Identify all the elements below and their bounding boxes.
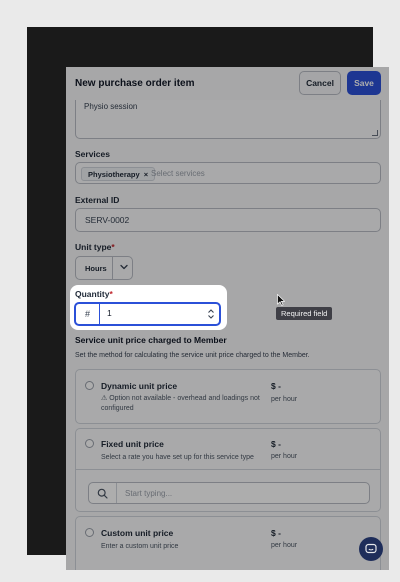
pricing-section-title: Service unit price charged to Member <box>75 335 227 345</box>
radio-button[interactable] <box>85 528 94 537</box>
option-dynamic-unit-price[interactable]: Dynamic unit price ⚠ Option not availabl… <box>75 369 381 424</box>
quantity-highlight: Quantity* # 1 <box>70 285 227 330</box>
modal-title: New purchase order item <box>75 78 195 89</box>
required-marker: * <box>111 242 115 252</box>
required-field-tooltip: Required field <box>276 307 333 320</box>
service-chip-label: Physiotherapy <box>88 170 140 179</box>
quantity-label-text: Quantity <box>75 289 110 299</box>
select-divider <box>112 257 113 279</box>
chat-icon <box>365 543 377 554</box>
unit-type-label-text: Unit type <box>75 242 112 252</box>
pricing-section-description: Set the method for calculating the servi… <box>75 352 310 359</box>
quantity-stepper[interactable]: # 1 <box>74 302 221 326</box>
option-price: $ - <box>271 439 281 449</box>
unit-type-label: Unit type* <box>75 242 115 252</box>
option-fixed-unit-price[interactable]: Fixed unit price Select a rate you have … <box>75 428 381 470</box>
option-custom-unit-price[interactable]: Custom unit price Enter a custom unit pr… <box>75 516 381 570</box>
save-button[interactable]: Save <box>347 71 381 95</box>
option-unit: per hour <box>271 453 298 460</box>
stepper-arrows-icon[interactable] <box>207 308 215 320</box>
unit-type-value: Hours <box>85 264 107 273</box>
resize-handle-icon[interactable] <box>372 130 378 136</box>
option-description: Select a rate you have set up for this s… <box>101 454 254 461</box>
rate-search-panel: Start typing... <box>75 469 381 512</box>
chip-remove-icon[interactable]: × <box>144 170 148 179</box>
unit-type-select[interactable]: Hours <box>75 256 133 280</box>
option-description: ⚠ Option not available - overhead and lo… <box>101 395 260 412</box>
option-unit: per hour <box>271 396 298 403</box>
services-placeholder: Select services <box>151 169 205 178</box>
option-unit: per hour <box>271 542 298 549</box>
option-title: Dynamic unit price <box>101 381 178 391</box>
window-frame: New purchase order item Cancel Save Phys… <box>27 27 389 570</box>
rate-search-input[interactable]: Start typing... <box>88 482 370 504</box>
modal-header: New purchase order item Cancel Save <box>66 67 389 100</box>
hash-prefix: # <box>76 304 100 324</box>
search-placeholder: Start typing... <box>125 489 173 498</box>
radio-button[interactable] <box>85 381 94 390</box>
cancel-button[interactable]: Cancel <box>299 71 341 95</box>
chevron-down-icon[interactable] <box>119 262 129 272</box>
option-price: $ - <box>271 381 281 391</box>
radio-button[interactable] <box>85 439 94 448</box>
services-select[interactable]: Physiotherapy × Select services <box>75 162 381 184</box>
service-chip: Physiotherapy × <box>81 167 156 181</box>
chat-launcher-button[interactable] <box>359 537 383 561</box>
search-icon <box>97 488 108 499</box>
option-price: $ - <box>271 528 281 538</box>
quantity-label: Quantity* <box>75 289 113 299</box>
mouse-pointer-icon <box>277 294 285 306</box>
external-id-input[interactable]: SERV-0002 <box>75 208 381 232</box>
option-title: Fixed unit price <box>101 439 164 449</box>
required-marker: * <box>109 289 113 299</box>
purchase-order-item-modal: New purchase order item Cancel Save Phys… <box>66 67 389 570</box>
services-label: Services <box>75 149 110 159</box>
option-description: Enter a custom unit price <box>101 543 179 550</box>
option-title: Custom unit price <box>101 528 174 538</box>
search-divider <box>116 483 117 503</box>
quantity-value[interactable]: 1 <box>107 308 112 318</box>
description-value: Physio session <box>84 102 138 111</box>
external-id-label: External ID <box>75 195 120 205</box>
description-textarea[interactable]: Physio session <box>75 99 381 139</box>
